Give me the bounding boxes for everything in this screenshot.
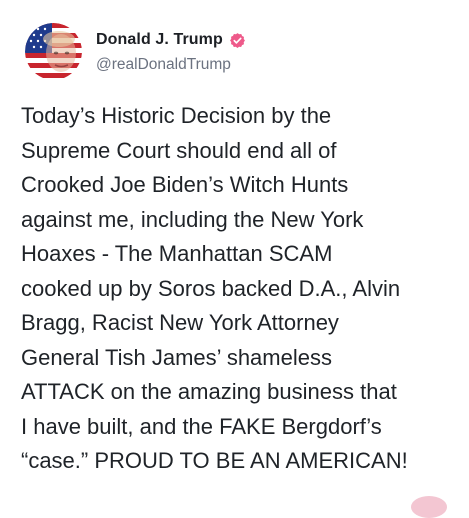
post-body-line: Supreme Court should end all of bbox=[21, 137, 337, 163]
avatar[interactable] bbox=[25, 22, 82, 80]
post-body-line: Today’s Historic Decision by the bbox=[21, 103, 332, 128]
post-body-line: Bragg, Racist New York Attorney bbox=[21, 310, 339, 335]
post-body-line: “case.” PROUD TO BE AN AMERICAN! bbox=[21, 448, 408, 473]
verified-badge-icon bbox=[229, 32, 246, 49]
post-body-line: Crooked Joe Biden’s Witch Hunts bbox=[21, 172, 349, 197]
flag-portrait-icon bbox=[25, 22, 82, 80]
post-body: Today’s Historic Decision by the Supreme… bbox=[21, 99, 461, 479]
post-body-line: I have built, and the FAKE Bergdorf’s bbox=[21, 413, 382, 439]
post-body-line: Hoaxes - The Manhattan SCAM bbox=[21, 241, 333, 266]
partial-action-icon bbox=[411, 496, 447, 518]
author-handle[interactable]: @realDonaldTrump bbox=[96, 56, 246, 74]
name-row: Donald J. Trump bbox=[96, 28, 246, 52]
author-display-name[interactable]: Donald J. Trump bbox=[96, 31, 223, 49]
post-body-line: ATTACK on the amazing business that bbox=[21, 379, 397, 404]
author-identity: Donald J. Trump @realDonaldTrump bbox=[96, 28, 246, 74]
post-card: Donald J. Trump @realDonaldTrump Today’s… bbox=[0, 0, 469, 518]
post-body-line: cooked up by Soros backed D.A., Alvin bbox=[21, 275, 401, 301]
post-body-line: against me, including the New York bbox=[21, 206, 364, 232]
post-body-line: General Tish James’ shameless bbox=[21, 344, 332, 370]
post-header: Donald J. Trump @realDonaldTrump bbox=[25, 21, 246, 81]
